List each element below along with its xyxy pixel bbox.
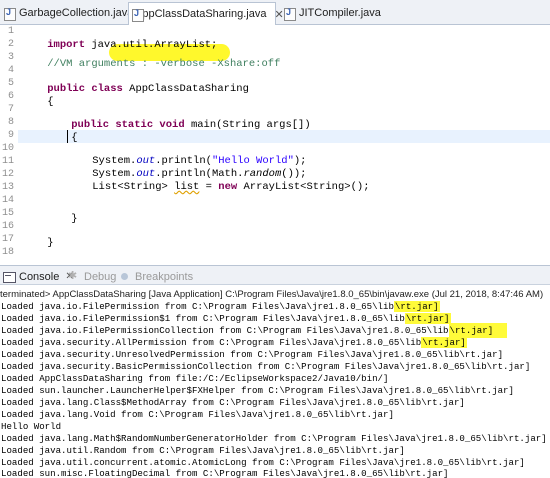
editor-tab-bar: GarbageCollection.java AppClassDataShari…	[0, 0, 550, 25]
tab-label: Console	[19, 270, 60, 283]
console-line-text: Loaded AppClassDataSharing from file:/C:…	[1, 373, 389, 384]
console-line-text: Hello World	[1, 421, 62, 432]
tab-label: GarbageCollection.java	[19, 7, 134, 19]
console-line: Loaded sun.misc.FloatingDecimal from C:\…	[1, 468, 449, 478]
console-line: Loaded java.lang.Math$RandomNumberGenera…	[1, 433, 547, 445]
code-line-brace: {	[22, 83, 53, 108]
debug-icon	[68, 269, 80, 282]
console-line: Loaded java.io.FilePermission from C:\Pr…	[1, 301, 440, 313]
console-line-text: Loaded java.lang.Class$MethodArray from …	[1, 397, 465, 408]
console-line-text: Loaded java.util.Random from C:\Program …	[1, 445, 405, 456]
console-line-text: Loaded java.io.FilePermission$1 from C:\…	[1, 313, 405, 324]
line-number: 1	[7, 26, 14, 37]
console-line: Loaded java.io.FilePermissionCollection …	[1, 323, 508, 338]
console-line: Loaded java.io.FilePermission$1 from C:\…	[1, 313, 451, 325]
code-text: }	[71, 213, 78, 225]
console-line: Loaded java.lang.Class$MethodArray from …	[1, 397, 465, 409]
line-number: 4	[7, 65, 14, 76]
code-text: main(String args[])	[184, 119, 311, 131]
highlighted-text: \rt.jar]	[393, 301, 440, 312]
console-line-text: Loaded sun.misc.FloatingDecimal from C:\…	[1, 468, 449, 478]
code-line-class-decl: public class AppClassDataSharing	[22, 70, 249, 95]
code-text: AppClassDataSharing	[122, 83, 249, 95]
code-text: }	[47, 237, 54, 249]
console-line-text: Loaded java.lang.Void from C:\Program Fi…	[1, 409, 394, 420]
java-file-icon	[283, 7, 296, 21]
keyword: new	[218, 181, 238, 193]
console-line-text: Loaded java.lang.Math$RandomNumberGenera…	[1, 433, 547, 444]
terminated-status: terminated> AppClassDataSharing [Java Ap…	[0, 289, 544, 300]
tab-label: AppClassDataSharing.java	[135, 8, 267, 20]
tab-app-class-data-sharing[interactable]: AppClassDataSharing.java ✕	[128, 2, 284, 25]
code-editor[interactable]: 1 2 3 4 5 6 7 8 9 10 11 12 13 14 15 16 1…	[0, 25, 550, 258]
line-number: 16	[1, 221, 14, 232]
code-line-brace: }	[22, 224, 53, 249]
console-view-tab-bar: Console ✕ Debug Breakpoints	[0, 265, 550, 285]
line-number: 15	[1, 208, 14, 219]
line-number: 11	[1, 156, 14, 167]
code-text: ArrayList<String>();	[237, 181, 370, 193]
comment-text: //VM arguments :	[47, 58, 155, 70]
console-line: Loaded java.lang.Void from C:\Program Fi…	[1, 409, 394, 421]
console-line-text: Loaded java.security.UnresolvedPermissio…	[1, 349, 504, 360]
tab-console[interactable]: Console ✕	[3, 269, 74, 284]
java-file-icon	[3, 7, 16, 21]
highlighted-text: \rt.jar]	[404, 313, 451, 324]
console-line-text: Loaded java.security.BasicPermissionColl…	[1, 361, 531, 372]
console-line-text: Loaded java.util.concurrent.atomic.Atomi…	[1, 457, 525, 468]
line-number: 6	[7, 91, 14, 102]
console-line-text: Loaded java.security.AllPermission from …	[1, 337, 422, 348]
line-number: 12	[1, 169, 14, 180]
line-number: 7	[7, 104, 14, 115]
tab-breakpoints[interactable]: Breakpoints	[119, 269, 193, 284]
code-text: List<String>	[92, 181, 175, 193]
line-number: 3	[7, 52, 14, 63]
console-line: Loaded java.util.Random from C:\Program …	[1, 445, 405, 457]
line-number: 13	[1, 182, 14, 193]
tab-label: Debug	[84, 270, 117, 283]
keyword: public static void	[71, 119, 185, 131]
code-line-list-decl: List<String> list = new ArrayList<String…	[67, 168, 369, 193]
code-line-import: import java.util.ArrayList;	[22, 26, 217, 51]
code-line-println-hello: System.out.println("Hello World");	[67, 142, 306, 167]
line-number: 17	[1, 234, 14, 245]
console-line-text: Loaded java.io.FilePermissionCollection …	[1, 325, 449, 336]
vm-arguments-text: -verbose -Xshare:off	[154, 58, 281, 70]
tab-debug[interactable]: Debug	[68, 269, 116, 284]
code-line-println-random: System.out.println(Math.random());	[67, 155, 306, 180]
tab-jit-compiler[interactable]: JITCompiler.java	[281, 2, 381, 24]
console-line: Loaded sun.launcher.LauncherHelper$FXHel…	[1, 385, 514, 397]
console-line: Loaded java.security.AllPermission from …	[1, 337, 467, 349]
line-number: 10	[1, 143, 14, 154]
line-number: 18	[1, 247, 14, 258]
console-line-text: Loaded sun.launcher.LauncherHelper$FXHel…	[1, 385, 514, 396]
tab-label: JITCompiler.java	[299, 7, 381, 19]
code-line-comment: //VM arguments : -verbose -Xshare:off	[22, 45, 280, 70]
console-line-text: Loaded java.io.FilePermission from C:\Pr…	[1, 301, 394, 312]
tab-label: Breakpoints	[135, 270, 194, 283]
console-line: Loaded AppClassDataSharing from file:/C:…	[1, 373, 388, 385]
highlighted-text: \rt.jar]	[448, 323, 508, 338]
console-line: Loaded java.security.BasicPermissionColl…	[1, 361, 530, 373]
line-number: 9	[7, 130, 14, 141]
line-number: 5	[7, 78, 14, 89]
console-icon	[3, 271, 16, 283]
code-line-main-decl: public static void main(String args[])	[46, 106, 310, 131]
line-number: 2	[7, 39, 14, 50]
console-line: Loaded java.security.UnresolvedPermissio…	[1, 349, 503, 361]
console-line: Hello World	[1, 421, 61, 433]
code-line-brace: {	[46, 119, 77, 144]
code-line-brace: }	[46, 200, 77, 225]
highlighted-text: \rt.jar]	[421, 337, 467, 348]
keyword: public class	[47, 83, 123, 95]
tab-garbage-collection[interactable]: GarbageCollection.java	[1, 2, 133, 24]
line-number: 8	[7, 117, 14, 128]
breakpoints-icon	[119, 271, 131, 282]
line-number-gutter: 1 2 3 4 5 6 7 8 9 10 11 12 13 14 15 16 1…	[0, 25, 18, 258]
code-text: =	[199, 181, 219, 193]
line-number: 14	[1, 195, 14, 206]
warning-variable: list	[174, 181, 200, 193]
